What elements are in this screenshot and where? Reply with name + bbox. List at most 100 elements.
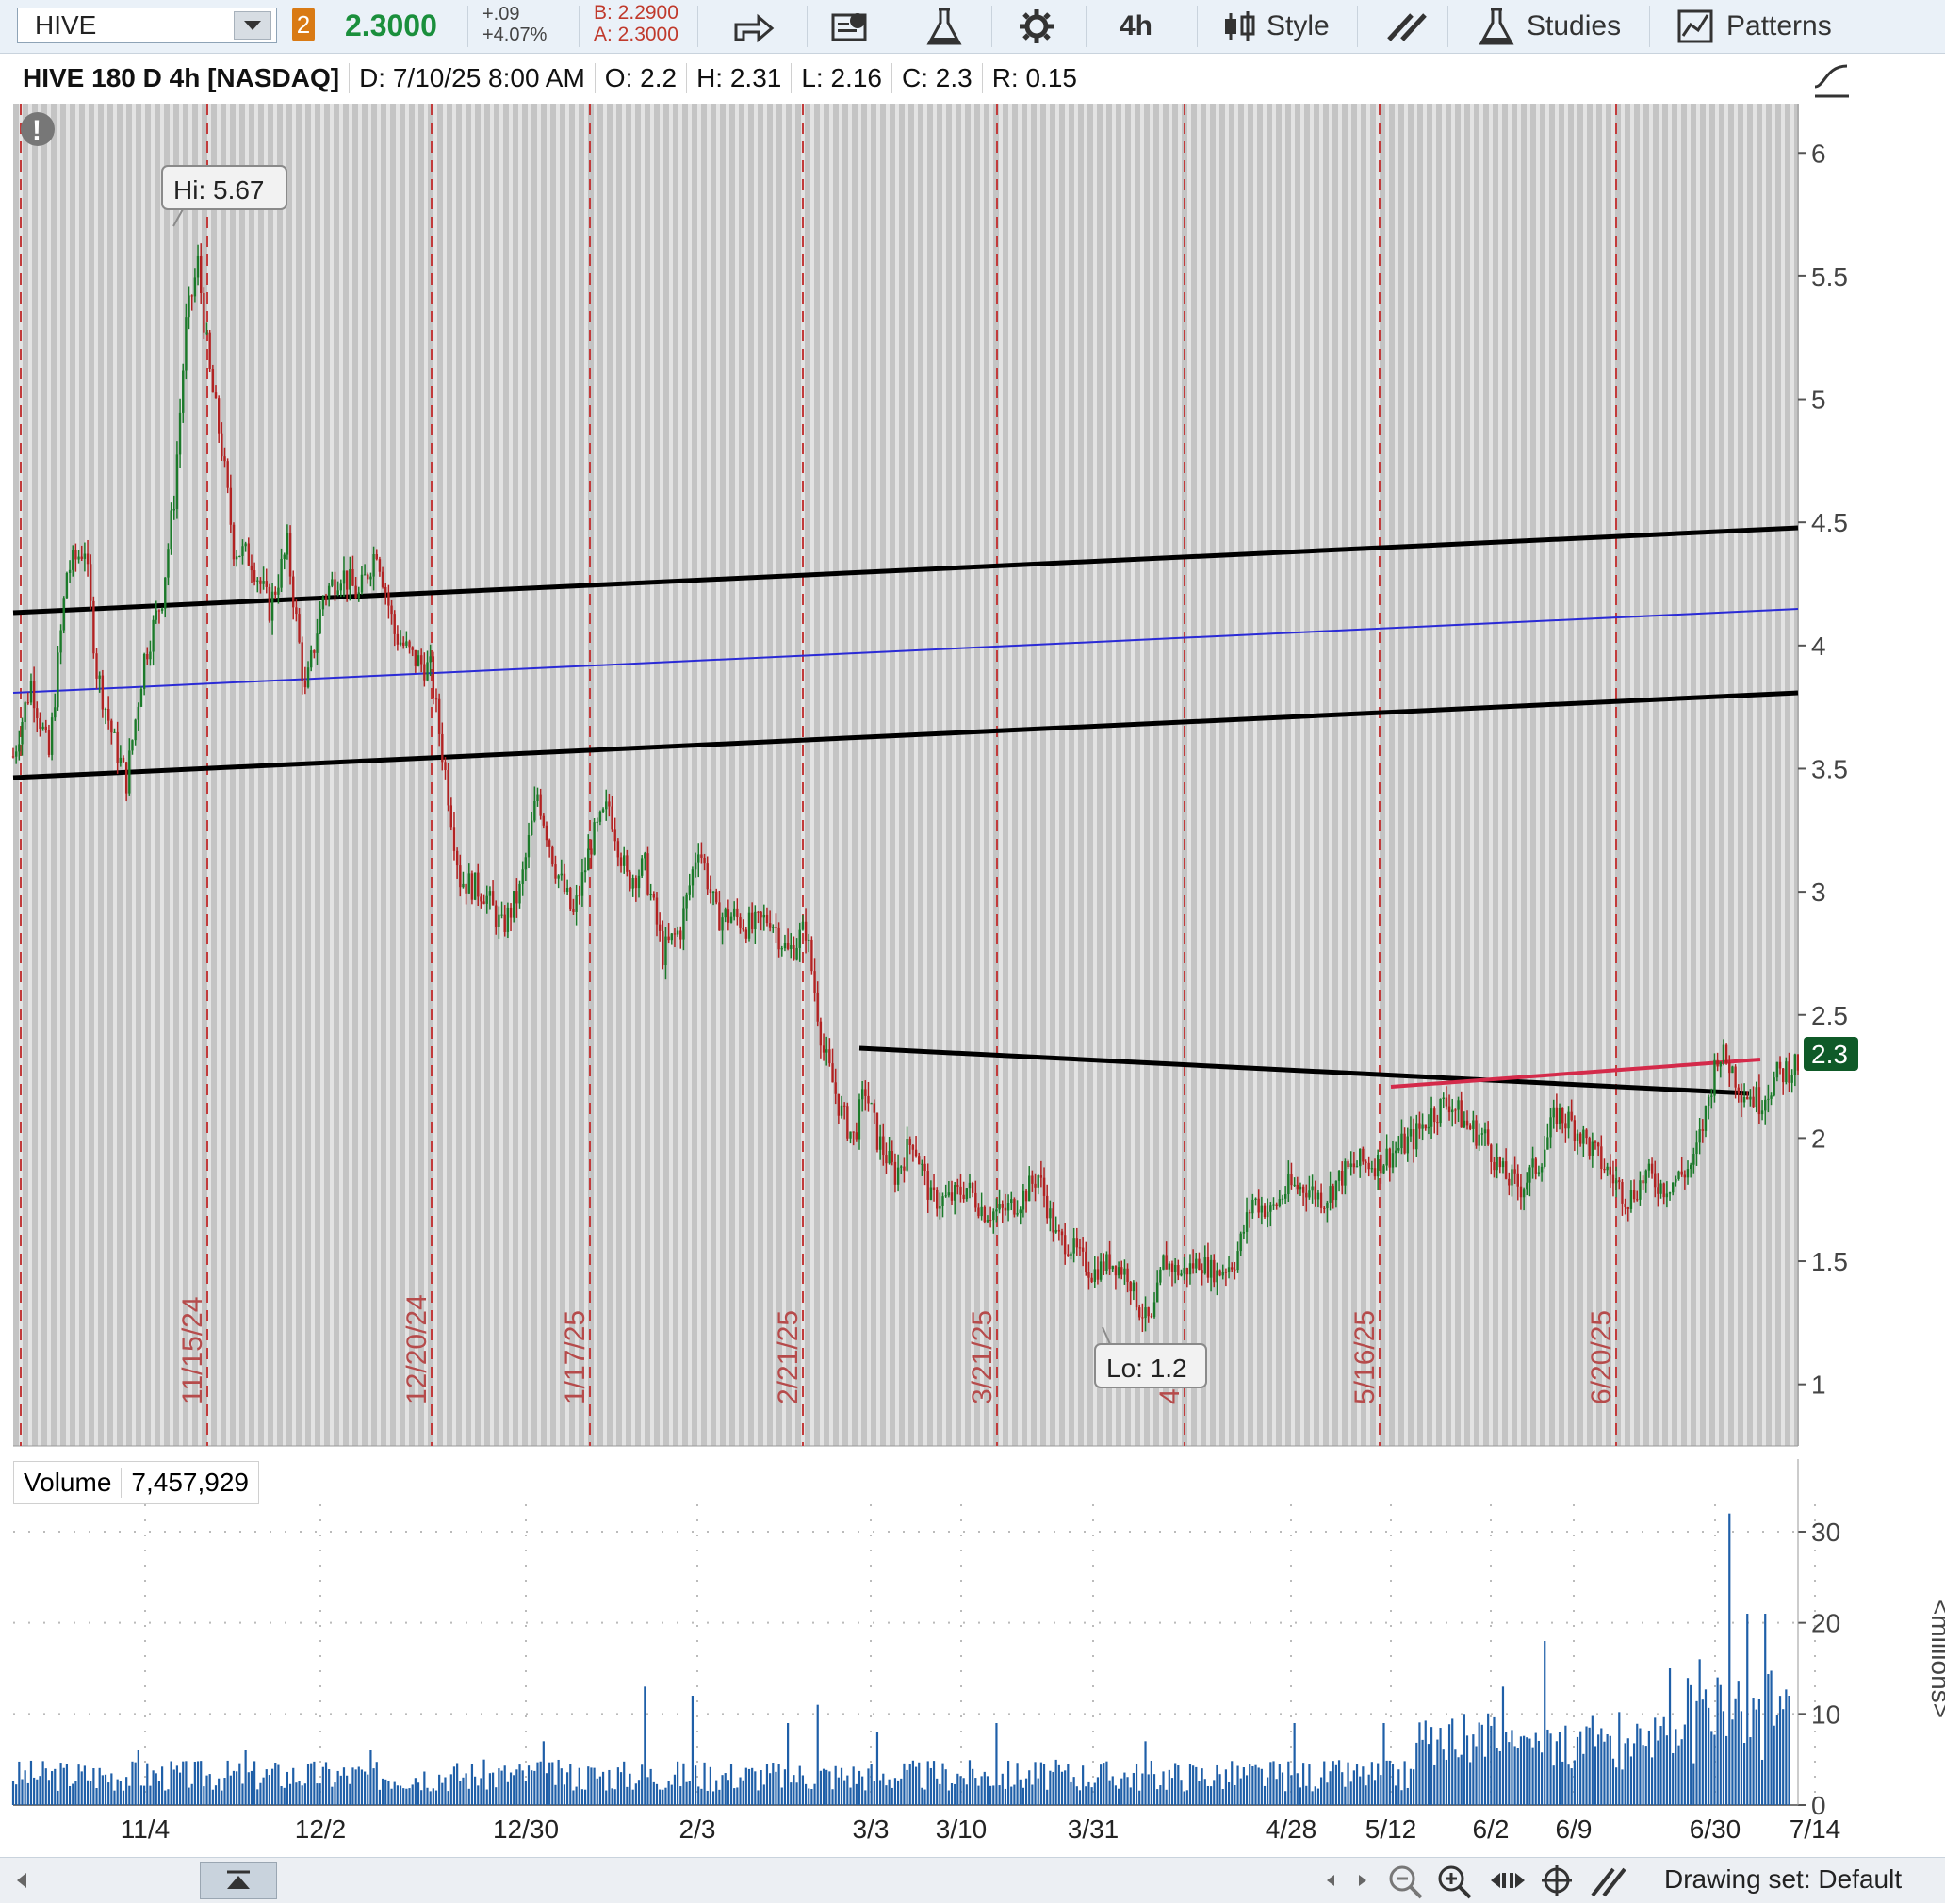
candle-body [709,889,712,894]
candle-body [1039,1175,1043,1178]
candle-body [1519,1186,1523,1198]
volume-bar [367,1774,369,1805]
session-shade [1417,104,1423,1446]
volume-bar [956,1773,959,1805]
session-shade [1775,104,1781,1446]
volume-bar [1436,1739,1439,1805]
session-shade [1549,104,1555,1446]
session-shade [1087,104,1093,1446]
scroll-back-button[interactable] [1319,1867,1342,1898]
volume-bar [995,1723,998,1805]
volume-bar [1213,1780,1216,1805]
volume-bar [1460,1754,1463,1805]
volume-bar [804,1783,808,1805]
volume-bar [903,1763,906,1805]
candle-body [744,929,748,939]
drawing-set-label[interactable]: Drawing set: Default [1664,1864,1902,1895]
volume-bar [1409,1768,1413,1805]
session-shade [1201,104,1206,1446]
candle-body [908,1139,911,1145]
scroll-forward-button[interactable] [1351,1867,1374,1898]
volume-bar [629,1773,631,1805]
candle-body [1037,1175,1039,1188]
volume-bar [813,1783,816,1805]
session-shade [1314,104,1319,1446]
volume-bar [1668,1668,1672,1805]
session-shade [400,104,405,1446]
volume-bar [1713,1734,1716,1805]
zoom-in-button[interactable] [1434,1862,1476,1904]
candle-body [565,887,569,893]
volume-bar [459,1781,462,1805]
volume-bar [986,1776,989,1805]
volume-bar [727,1780,729,1805]
volume-bar [861,1776,864,1805]
volume-bar [1731,1719,1734,1805]
session-shade [1512,104,1517,1446]
volume-bar [757,1790,760,1805]
session-shade [409,104,415,1446]
candle-body [1463,1120,1466,1128]
candle-body [831,1063,834,1083]
volume-bar [715,1780,718,1805]
trendline-tool[interactable] [1811,58,1853,100]
candle-body [1022,1190,1025,1210]
volume-bar [1377,1763,1380,1805]
zoom-out-button[interactable] [1385,1862,1427,1904]
chart-canvas[interactable]: 11/15/24 12/20/24 1/17/25 2/21/25 3/21/25 4/2… [0,0,1945,1857]
candle-body [190,295,193,297]
candle-body [1528,1167,1531,1183]
volume-bar [423,1771,426,1805]
volume-bar [950,1782,954,1805]
candle-body [1213,1259,1216,1283]
volume-bar [828,1771,831,1805]
candle-body [667,936,670,941]
candle-body [459,865,462,888]
candle-body [36,708,39,719]
candle-body [390,605,393,615]
volume-bar [1767,1674,1770,1805]
candle-body [229,487,233,525]
volume-bar [1263,1785,1267,1805]
candle-body [1087,1272,1090,1278]
volume-bar [1316,1788,1320,1805]
session-shade [1662,104,1668,1446]
candle-body [1063,1235,1067,1255]
scroll-thumb[interactable] [200,1862,277,1899]
candle-body [1445,1097,1448,1107]
scrollbar[interactable] [0,1857,1945,1903]
candle-body [363,574,367,576]
volume-bar [1245,1775,1249,1805]
candle-body [515,891,518,904]
candle-body [1427,1126,1430,1129]
candle-body [1460,1100,1463,1128]
volume-bar [160,1766,164,1805]
crosshair-button[interactable] [1538,1862,1576,1904]
volume-bar [1150,1760,1152,1805]
volume-bar [1067,1764,1070,1805]
candle-body [265,581,268,587]
session-shade [597,104,603,1446]
drawing-button[interactable] [1587,1862,1628,1904]
volume-bar [921,1787,923,1805]
pan-button[interactable] [1487,1862,1528,1904]
candle-body [953,1185,956,1201]
candle-body [1707,1096,1710,1106]
volume-bar [218,1778,221,1805]
volume-bar [590,1767,593,1805]
volume-unit-label: <millions> [1926,1600,1945,1718]
volume-bar [1117,1788,1120,1805]
volume-bar [1540,1752,1544,1805]
session-shade [230,104,236,1446]
session-shade [1464,104,1470,1446]
candle-body [673,933,677,935]
candle-body [1388,1148,1392,1168]
volume-bar [825,1769,828,1805]
candle-body [1170,1263,1174,1272]
candle-body [527,835,531,858]
scroll-left-button[interactable] [11,1867,34,1898]
candle-body [1329,1186,1332,1203]
candle-body [1537,1172,1541,1174]
volume-bar [1531,1747,1534,1805]
volume-bar [914,1766,918,1805]
